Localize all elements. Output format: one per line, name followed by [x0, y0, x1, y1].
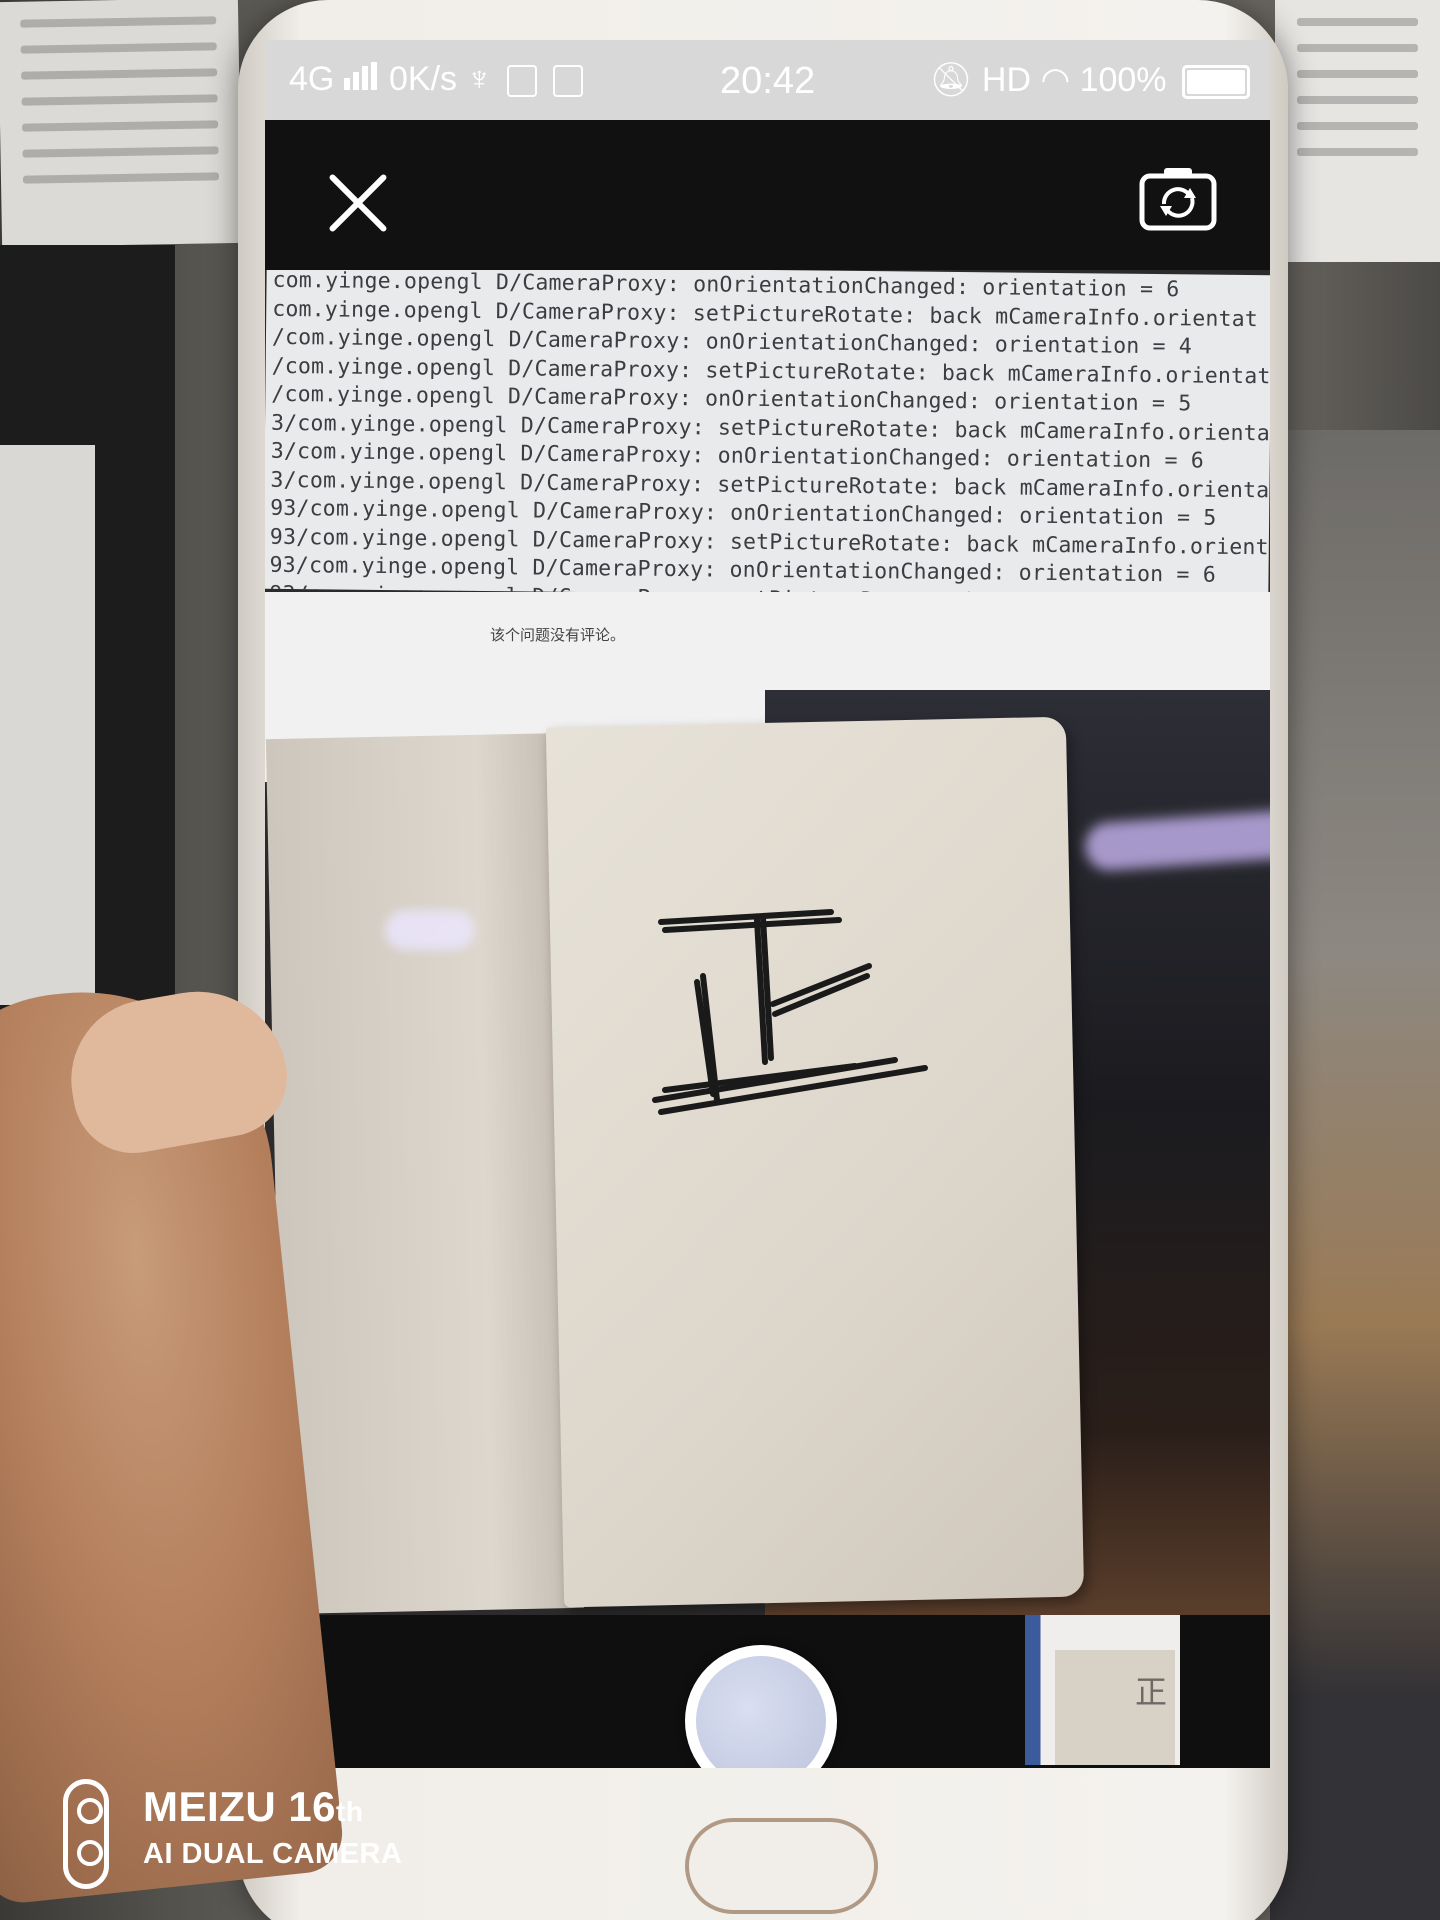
battery-icon [1182, 65, 1250, 100]
hd-indicator: HD [981, 61, 1031, 99]
gallery-thumbnail[interactable]: 正 [1025, 1615, 1180, 1765]
usb-icon: ♆ [466, 60, 493, 98]
signal-icon [343, 60, 380, 99]
page-comment: 该个问题没有评论。 [490, 626, 626, 644]
wifi-icon: ◠ [1040, 61, 1071, 99]
background-monitor [0, 245, 175, 1075]
logcat-text: com.yinge.opengl D/CameraProxy: onOrient… [265, 270, 1270, 600]
camera-viewfinder[interactable]: com.yinge.opengl D/CameraProxy: onOrient… [265, 270, 1270, 1615]
lens-glare [385, 910, 475, 950]
network-type: 4G [289, 60, 335, 98]
network-speed-text: 0K/s [389, 60, 458, 98]
background-paper-left [0, 0, 243, 248]
watermark-brand-suffix: th [336, 1796, 364, 1827]
notebook-left-page [265, 732, 585, 1615]
clipboard-icon [552, 65, 583, 98]
background-paper-right [1275, 0, 1440, 262]
handwritten-glyph [652, 909, 928, 1115]
camera-bottom-bar: 正 [265, 1615, 1270, 1768]
status-right: 🔕︎ HD ◠ 100% [929, 60, 1250, 100]
camera-switch-icon[interactable] [1138, 158, 1218, 238]
background-desk [1270, 430, 1440, 1920]
network-indicator: 4G [289, 60, 380, 99]
mute-icon: 🔕︎ [929, 61, 973, 99]
phone-screen: 4G 0K/s ♆ 20:42 🔕︎ HD ◠ 100% com.yinge.o… [265, 40, 1270, 1768]
status-bar: 4G 0K/s ♆ 20:42 🔕︎ HD ◠ 100% [265, 40, 1270, 120]
watermark-brand: MEIZU 16th [143, 1783, 363, 1831]
home-button[interactable] [685, 1818, 878, 1914]
battery-percent: 100% [1079, 61, 1167, 99]
dual-camera-icon [63, 1779, 109, 1889]
notebook-right-page [545, 716, 1085, 1608]
close-icon[interactable] [323, 168, 393, 238]
photo-background: 4G 0K/s ♆ 20:42 🔕︎ HD ◠ 100% com.yinge.o… [0, 0, 1440, 1920]
camera-top-bar [265, 120, 1270, 270]
shutter-button[interactable] [685, 1645, 837, 1768]
watermark-brand-text: MEIZU 16 [143, 1783, 337, 1830]
network-speed: 0K/s ♆ [389, 60, 583, 99]
clock: 20:42 [720, 60, 816, 102]
watermark-subtitle: AI DUAL CAMERA [143, 1838, 403, 1870]
thumbnail-glyph: 正 [1135, 1673, 1168, 1711]
notification-app-icon [507, 65, 538, 98]
